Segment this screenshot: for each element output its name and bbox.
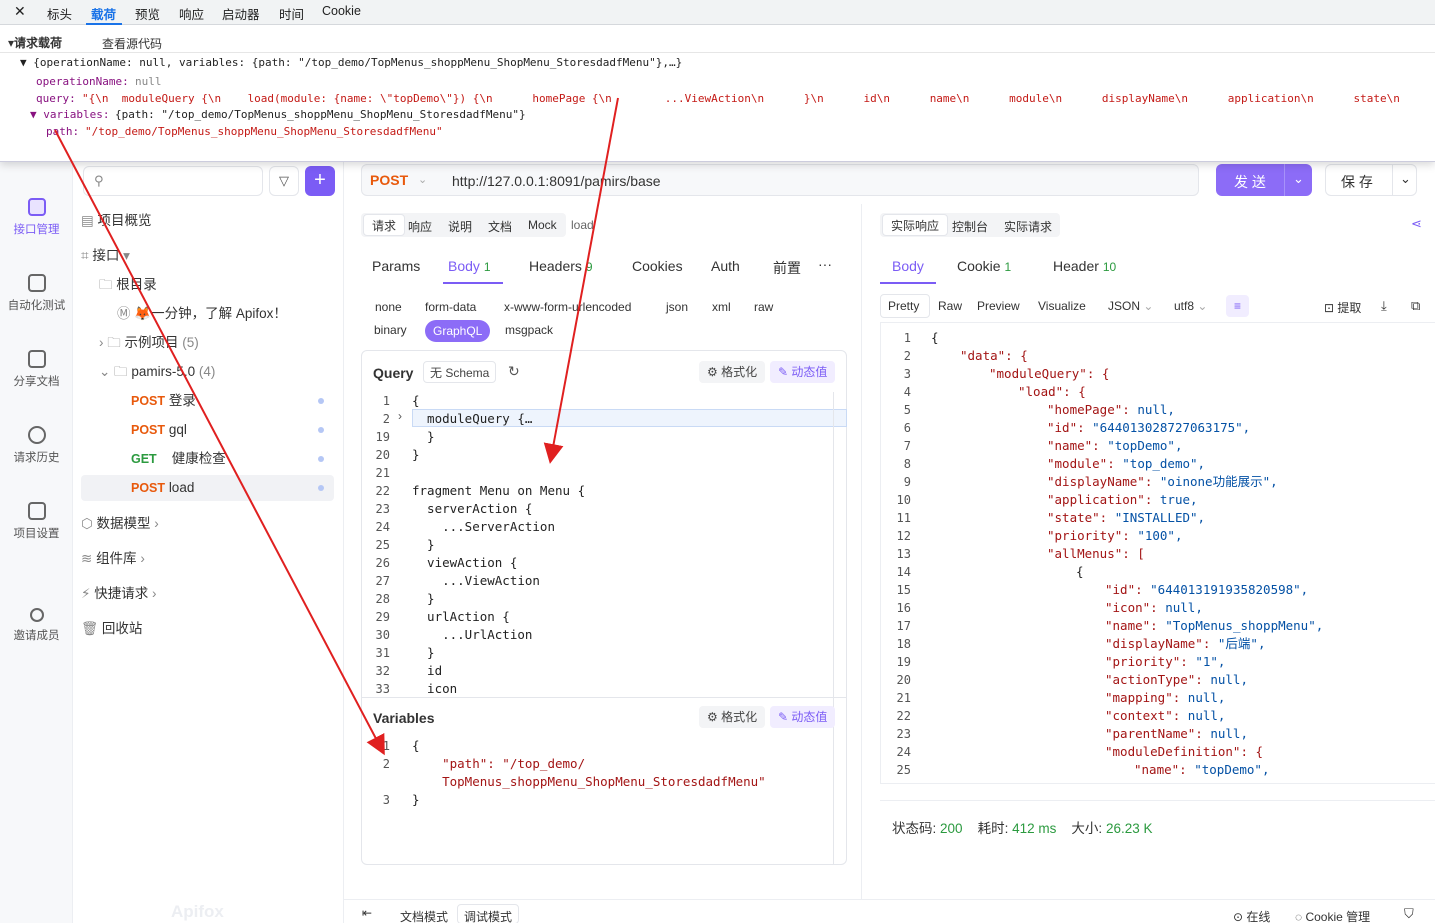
arrow-variables — [54, 129, 385, 756]
app-window: 接口管理 自动化测试 分享文档 请求历史 项目设置 邀请成员 ⚲ ▽ + ▤ 项… — [0, 0, 1435, 923]
annotation-arrows — [54, 97, 619, 756]
arrow-query — [543, 97, 619, 464]
